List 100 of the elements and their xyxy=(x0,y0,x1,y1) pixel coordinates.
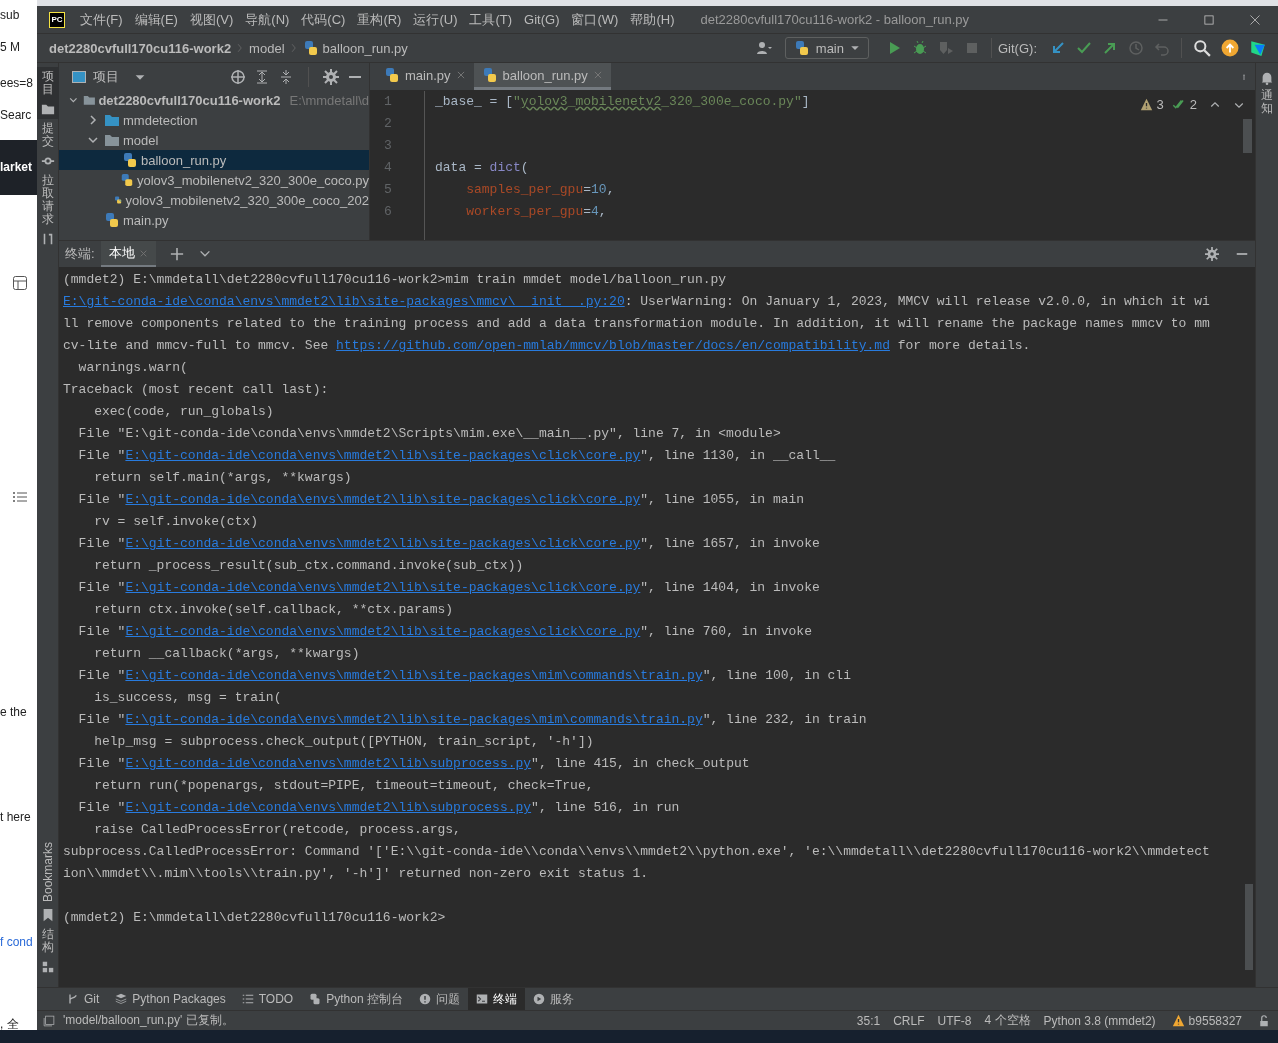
menu-item[interactable]: 运行(U) xyxy=(407,10,464,29)
terminal-line: return ctx.invoke(self.callback, **ctx.params) xyxy=(93,601,455,619)
plus-icon[interactable] xyxy=(169,247,184,261)
tool-window-label[interactable]: 拉取请求 xyxy=(41,173,54,227)
terminal-line: return _process_result(sub_ctx.command.invoke(sub_ctx)) xyxy=(93,557,525,575)
breadcrumb[interactable]: det2280cvfull170cu116-work2 xyxy=(49,40,232,56)
warning-icon xyxy=(1171,1014,1185,1027)
menu-item[interactable]: 代码(C) xyxy=(295,10,352,29)
tool-window-tab[interactable]: 项目 xyxy=(36,67,59,119)
double-check-icon[interactable] xyxy=(1171,98,1186,111)
editor-tab[interactable]: balloon_run.py xyxy=(473,63,611,90)
terminal-text: ", line 760, in invoke xyxy=(640,624,812,639)
python-file-icon xyxy=(384,67,400,83)
tool-window-tab[interactable]: 服务 xyxy=(524,988,582,1010)
toolbox-icon[interactable] xyxy=(1249,39,1267,57)
update-icon[interactable] xyxy=(1221,39,1239,57)
tool-window-tab[interactable]: Python 控制台 xyxy=(301,988,411,1010)
file-link[interactable]: E:\git-conda-ide\conda\envs\mmdet2\lib\site-packages\click\core.py xyxy=(125,580,641,595)
tool-window-tab[interactable]: TODO xyxy=(233,988,302,1010)
menu-item[interactable]: 视图(V) xyxy=(183,10,240,29)
tree-item[interactable]: yolov3_mobilenetv2_320_300e_coco_202 xyxy=(59,190,369,210)
page-link[interactable]: f cond xyxy=(0,932,37,952)
terminal-line: subprocess.CalledProcessError: Command '['E:\\git-conda-ide\\conda\\envs\\mmdet2\\python.exe', 'e:\\mmdetall\\det2280cvfull170cu116-work2\\mmdetect xyxy=(63,843,1211,861)
file-link[interactable]: E:\git-conda-ide\conda\envs\mmdet2\lib\subprocess.py xyxy=(125,800,532,815)
menu-item[interactable]: 重构(R) xyxy=(351,10,408,29)
tool-window-tab[interactable]: 问题 xyxy=(410,988,468,1010)
file-link[interactable]: https://github.com/open-mmlab/mmcv/blob/master/docs/en/compatibility.md xyxy=(336,338,890,353)
structure-icon[interactable] xyxy=(40,960,55,974)
settings-icon[interactable] xyxy=(323,68,339,85)
file-link[interactable]: E:\git-conda-ide\conda\envs\mmdet2\lib\site-packages\click\core.py xyxy=(125,536,641,551)
tool-window-tab[interactable]: 拉取请求 xyxy=(36,170,59,250)
terminal-text: ", line 415, in check_output xyxy=(531,756,750,771)
page-text: , 全 xyxy=(0,1016,20,1033)
search-icon[interactable] xyxy=(1193,39,1211,57)
check-icon[interactable] xyxy=(1076,40,1092,56)
breadcrumb[interactable]: balloon_run.py xyxy=(322,40,408,56)
arrow-up-right-icon[interactable] xyxy=(1102,40,1118,56)
tool-window-label[interactable]: 结构 xyxy=(41,928,54,955)
maximize-icon[interactable] xyxy=(1203,13,1215,26)
menu-item[interactable]: Git(G) xyxy=(518,12,566,27)
crosshair-icon[interactable] xyxy=(230,68,246,85)
status-item[interactable]: 35:1 xyxy=(856,1013,881,1028)
scrollbar-thumb[interactable] xyxy=(1245,884,1253,970)
tree-item[interactable]: main.py xyxy=(59,210,369,230)
tree-item[interactable]: mmdetection xyxy=(59,110,369,130)
editor-tab[interactable]: main.py xyxy=(376,63,474,90)
terminal-text: File " xyxy=(77,712,126,727)
scrollbar-thumb[interactable] xyxy=(1243,119,1252,153)
file-link[interactable]: E:\git-conda-ide\conda\envs\mmdet2\lib\subprocess.py xyxy=(125,756,532,771)
tool-window-label[interactable]: 项目 xyxy=(41,70,54,97)
status-item[interactable]: UTF-8 xyxy=(937,1013,972,1028)
file-link[interactable]: E:\git-conda-ide\conda\envs\mmdet2\lib\site-packages\mmcv\__init__.py:20 xyxy=(63,294,625,309)
tree-item[interactable]: model xyxy=(59,130,369,150)
panel-icon xyxy=(71,68,87,85)
file-link[interactable]: E:\git-conda-ide\conda\envs\mmdet2\lib\site-packages\click\core.py xyxy=(125,624,641,639)
file-link[interactable]: E:\git-conda-ide\conda\envs\mmdet2\lib\site-packages\mim\commands\train.py xyxy=(125,712,703,727)
menu-item[interactable]: 导航(N) xyxy=(239,10,296,29)
status-item[interactable]: Python 3.8 (mmdet2) xyxy=(1043,1013,1156,1028)
warning-icon[interactable] xyxy=(1139,98,1153,111)
status-item[interactable]: CRLF xyxy=(893,1013,925,1028)
tool-window-tab[interactable]: 终端 xyxy=(467,988,525,1010)
tree-item[interactable]: balloon_run.py xyxy=(59,150,369,170)
window-icon[interactable] xyxy=(43,1014,55,1027)
lock-icon[interactable] xyxy=(1258,1014,1270,1027)
bug-icon[interactable] xyxy=(912,40,928,56)
menu-item[interactable]: 工具(T) xyxy=(463,10,519,29)
settings-icon[interactable] xyxy=(1205,247,1219,261)
bell-icon[interactable] xyxy=(1260,71,1274,85)
collapse-all-icon[interactable] xyxy=(278,68,294,85)
tree-item[interactable]: yolov3_mobilenetv2_320_300e_coco.py xyxy=(59,170,369,190)
status-item[interactable]: b9558327 xyxy=(1188,1013,1242,1028)
tool-window-tab[interactable]: 结构 xyxy=(36,925,59,977)
file-link[interactable]: E:\git-conda-ide\conda\envs\mmdet2\lib\site-packages\click\core.py xyxy=(125,448,641,463)
tool-window-tab[interactable]: Git xyxy=(59,988,108,1010)
close-icon[interactable] xyxy=(1249,13,1261,26)
check-count[interactable]: 2 xyxy=(1189,97,1197,112)
expand-all-icon[interactable] xyxy=(254,68,270,85)
menu-item[interactable]: 编辑(E) xyxy=(128,10,184,29)
arrow-down-left-icon[interactable] xyxy=(1050,40,1066,56)
table-icon[interactable] xyxy=(12,274,28,291)
breadcrumb[interactable]: model xyxy=(249,40,285,56)
menu-item[interactable]: 窗口(W) xyxy=(565,10,625,29)
file-link[interactable]: E:\git-conda-ide\conda\envs\mmdet2\lib\site-packages\click\core.py xyxy=(125,492,641,507)
menu-item[interactable]: 帮助(H) xyxy=(624,10,681,29)
tool-window-tab[interactable]: Bookmarks xyxy=(36,839,59,926)
panel-title[interactable]: 项目 xyxy=(93,67,119,86)
tool-window-tab[interactable]: 提交 xyxy=(36,118,59,171)
tool-window-label[interactable]: 通知 xyxy=(1261,89,1273,116)
terminal-text: for more details. xyxy=(896,338,1031,353)
terminal-tab[interactable]: 本地 xyxy=(100,241,156,267)
terminal-text: File " xyxy=(77,668,126,683)
tool-window-label[interactable]: Bookmarks xyxy=(40,842,55,903)
tool-window-tab[interactable]: Python Packages xyxy=(107,988,234,1010)
menu-item[interactable]: 文件(F) xyxy=(74,10,129,29)
file-link[interactable]: E:\git-conda-ide\conda\envs\mmdet2\lib\site-packages\mim\commands\train.py xyxy=(125,668,703,683)
status-item[interactable]: 4 个空格 xyxy=(984,1012,1031,1029)
run-configuration-dropdown[interactable]: main xyxy=(784,37,869,59)
tool-window-label[interactable]: 提交 xyxy=(41,121,54,149)
warning-count[interactable]: 3 xyxy=(1156,97,1164,112)
tree-item[interactable]: det2280cvfull170cu116-work2 E:\mmdetall\d xyxy=(59,90,369,110)
